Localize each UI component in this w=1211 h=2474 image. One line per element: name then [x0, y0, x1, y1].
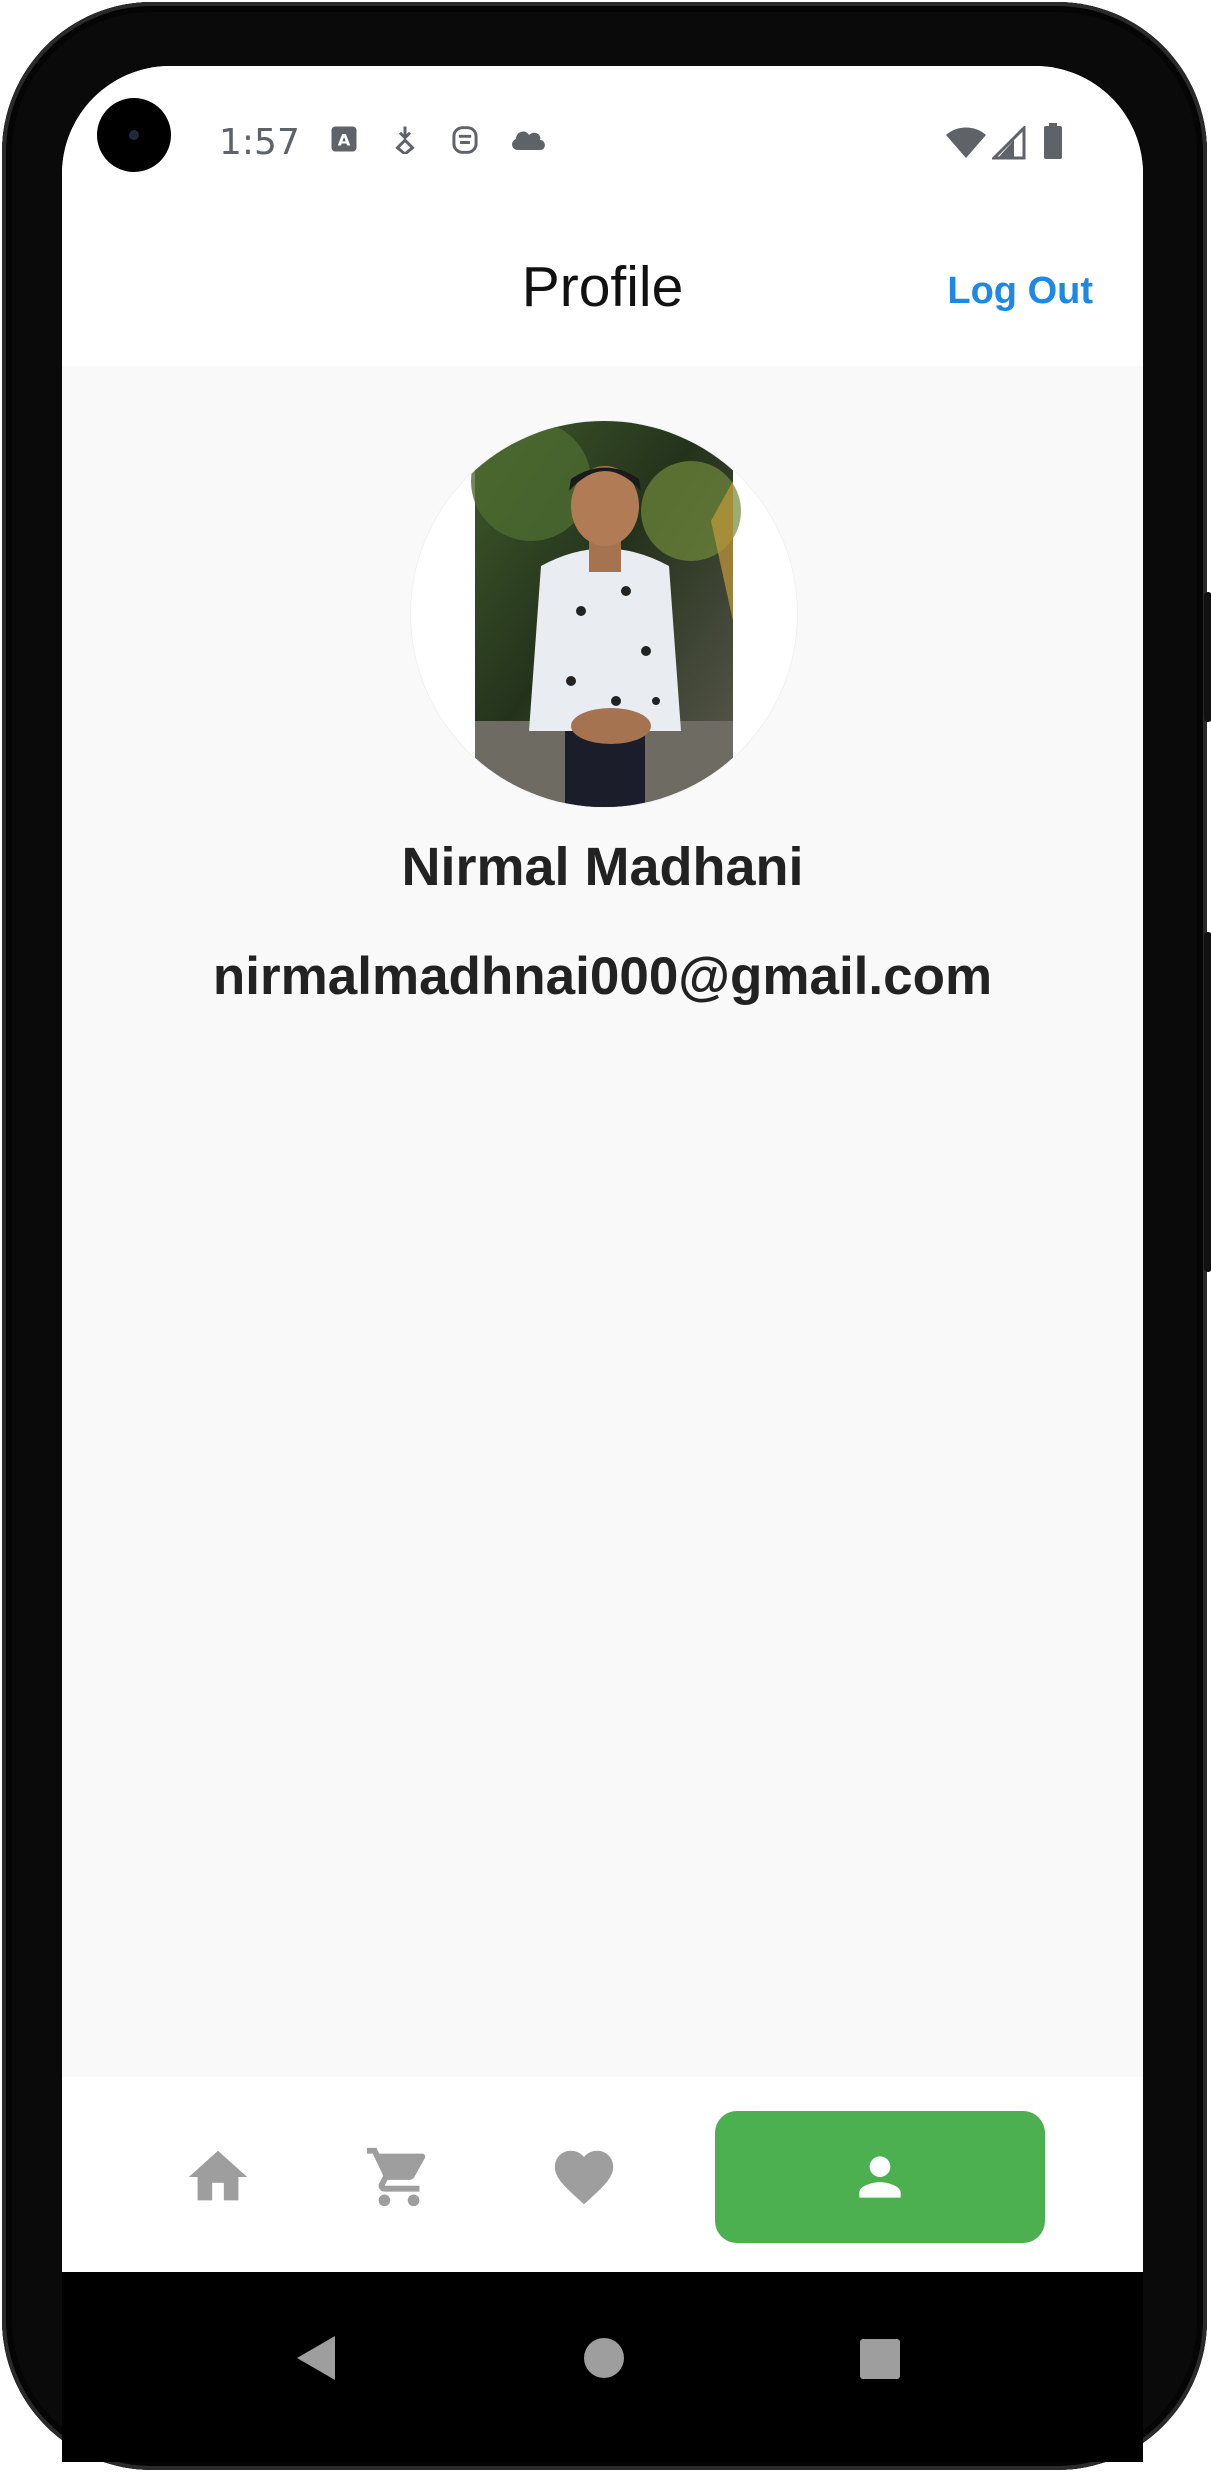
status-time: 1:57 [219, 122, 300, 163]
phone-frame: 1:57 A Profile Log Out Nirmal Madhani ni… [2, 2, 1211, 2470]
cellular-signal-icon [992, 126, 1026, 160]
home-icon [188, 2150, 248, 2201]
profile-photo [471, 421, 741, 807]
bot-face-icon [452, 126, 478, 154]
avatar[interactable] [410, 420, 798, 808]
back-icon[interactable] [295, 2334, 339, 2382]
nav-cart[interactable] [364, 2142, 434, 2212]
translate-icon: A [331, 126, 357, 152]
nav-home[interactable] [183, 2142, 253, 2212]
profile-content: Nirmal Madhani nirmalmadhnai000@gmail.co… [62, 366, 1143, 2077]
recents-icon[interactable] [859, 2338, 901, 2380]
profile-name: Nirmal Madhani [401, 837, 804, 897]
person-icon [859, 2156, 901, 2198]
svg-text:A: A [338, 130, 351, 149]
nav-profile[interactable] [715, 2111, 1045, 2243]
power-button [1204, 592, 1211, 722]
profile-email: nirmalmadhnai000@gmail.com [212, 947, 993, 1006]
screen: 1:57 A Profile Log Out Nirmal Madhani ni… [62, 66, 1143, 2272]
cloud-icon [512, 131, 545, 150]
volume-button [1204, 932, 1211, 1272]
location-download-icon [395, 126, 415, 154]
system-navigation-bar [62, 2272, 1143, 2462]
heart-icon [554, 2150, 614, 2205]
nav-favorites[interactable] [549, 2142, 619, 2212]
logout-button[interactable]: Log Out [947, 270, 1093, 313]
home-circle-icon[interactable] [583, 2337, 625, 2379]
wifi-icon [946, 127, 986, 158]
battery-icon [1044, 123, 1062, 159]
status-bar: 1:57 A [62, 66, 1143, 216]
bottom-navigation [62, 2077, 1143, 2272]
cart-icon [366, 2147, 426, 2207]
front-camera [97, 98, 171, 172]
app-bar: Profile Log Out [62, 216, 1143, 366]
